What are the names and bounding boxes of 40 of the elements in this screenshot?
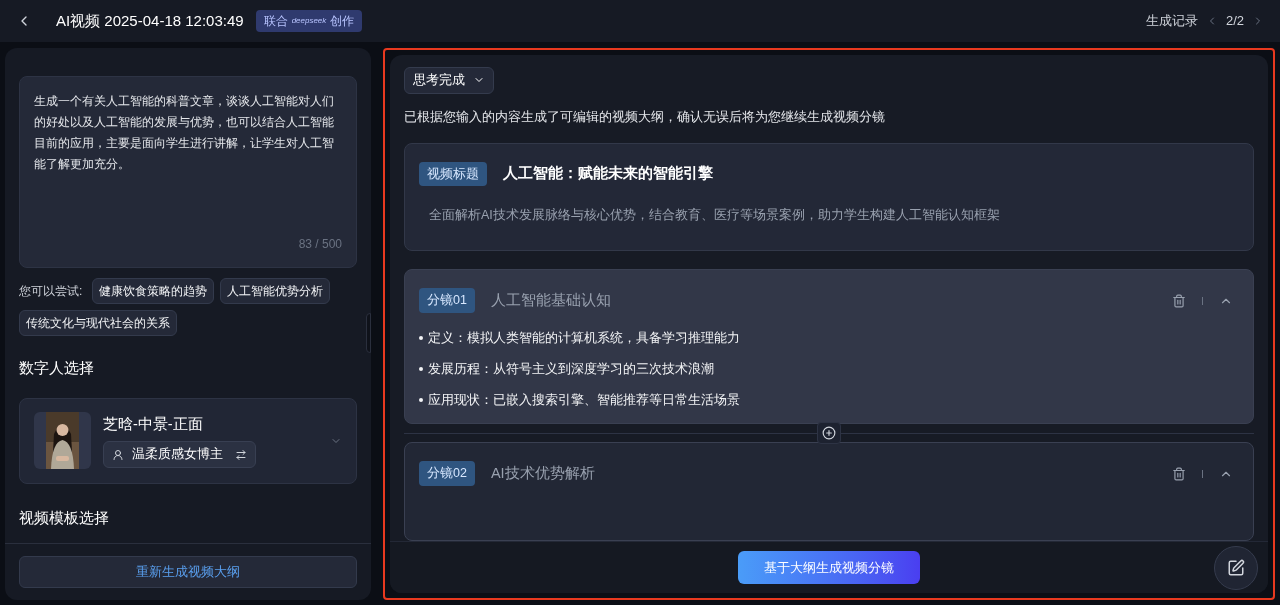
- intro-text: 已根据您输入的内容生成了可编辑的视频大纲，确认无误后将为您继续生成视频分镜: [404, 108, 886, 126]
- scene-tag: 分镜01: [419, 288, 475, 313]
- delete-icon[interactable]: [1172, 466, 1186, 481]
- delete-icon[interactable]: [1172, 293, 1186, 308]
- section-heading: 数字人选择: [19, 359, 95, 378]
- edit-icon: [1227, 558, 1245, 577]
- video-summary: 全面解析AI技术发展脉络与核心优势，结合教育、医疗等场景案例，助力学生构建人工智能认知框架: [429, 207, 1001, 225]
- add-icon: [822, 426, 836, 441]
- switch-icon[interactable]: [235, 448, 247, 461]
- description-text: 生成一个有关人工智能的科普文章，谈谈人工智能对人们的好处以及人工智能的发展与优势，也可以结合人工智能目前的应用，主要是面向学生进行讲解，让学生对人工智能了解更加充分。: [34, 93, 335, 173]
- suggestion-chip[interactable]: 健康饮食策略的趋势: [92, 278, 215, 304]
- try-label: 您可以尝试:: [19, 283, 83, 300]
- scene-title: 人工智能基础认知: [490, 290, 611, 310]
- collab-badge: 联合 deepseek 创作: [255, 10, 363, 32]
- character-counter: 83 / 500: [298, 236, 342, 253]
- avatar-name: 芝晗-中景-正面: [103, 414, 204, 434]
- avatar-card[interactable]: 芝晗-中景-正面 温柔质感女博主: [19, 397, 357, 484]
- page-title: AI视频 2025-04-18 12:03:49: [56, 10, 244, 31]
- voice-icon: [112, 448, 124, 461]
- scene-title: AI技术优势解析: [490, 463, 595, 483]
- notes-button[interactable]: [1214, 545, 1258, 590]
- scene-bullet: 发展历程：从符号主义到深度学习的三次技术浪潮: [428, 360, 714, 378]
- scene-bullet: 应用现状：已嵌入搜索引擎、智能推荐等日常生活场景: [428, 391, 740, 409]
- title-tag: 视频标题: [419, 161, 487, 187]
- page-counter: 2/2: [1225, 12, 1244, 31]
- generate-button[interactable]: 基于大纲生成视频分镜: [738, 551, 920, 584]
- voice-name: 温柔质感女博主: [132, 446, 223, 464]
- section-heading: 视频模板选择: [19, 508, 110, 528]
- suggestion-chip[interactable]: 人工智能优势分析: [220, 278, 331, 304]
- collapse-handle[interactable]: [366, 313, 371, 353]
- scene-bullet: 定义：模拟人类智能的计算机系统，具备学习推理能力: [428, 330, 740, 347]
- voice-chip[interactable]: 温柔质感女博主: [103, 441, 256, 468]
- status-dropdown[interactable]: 思考完成: [404, 67, 494, 94]
- description-field[interactable]: 生成一个有关人工智能的科普文章，谈谈人工智能对人们的好处以及人工智能的发展与优势，也可以结合人工智能目前的应用，主要是面向学生进行讲解，让学生对人工智能了解更加充分。 83 / 500: [19, 76, 357, 268]
- suggestion-chip[interactable]: 传统文化与现代社会的关系: [19, 310, 177, 336]
- scene-tag: 分镜02: [419, 461, 475, 486]
- regenerate-button[interactable]: 重新生成视频大纲: [19, 556, 357, 588]
- add-scene-button[interactable]: [817, 422, 841, 445]
- video-title: 人工智能：赋能未来的智能引擎: [503, 164, 713, 183]
- history-link[interactable]: 生成记录: [1145, 11, 1198, 31]
